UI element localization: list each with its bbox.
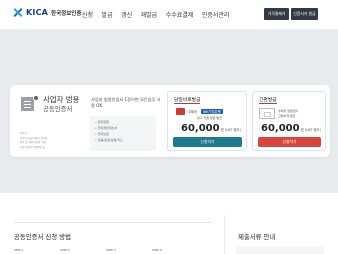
feature-list: 전자입찰 전자세금계산서 전자보험 금융/증권/보험/카드 <box>90 116 156 151</box>
nav-apply[interactable]: 신청 <box>82 10 93 19</box>
note-line: 간편하게 발급 <box>278 113 296 118</box>
post-office-icon <box>176 108 185 115</box>
kica-logo-icon <box>13 7 23 18</box>
header-button-2[interactable]: 인증서카 발급 <box>291 8 318 20</box>
column-divider <box>224 215 225 254</box>
main-nav: 신청 발급 갱신 재발급 수수료결제 인증서관리 <box>82 10 238 19</box>
price-value: 60,000 <box>261 123 300 134</box>
simple-price: 60,000원 (VAT 별도) <box>261 123 321 134</box>
price-unit: 원 (VAT 별도) <box>300 128 321 132</box>
title-underline <box>259 102 277 104</box>
documents-title: 제출서류 안내 <box>238 233 276 241</box>
bank-note: 창구 직접 방문 발급 <box>197 116 222 120</box>
apply-method-title: 공동인증서 신청 방법 <box>14 233 71 241</box>
visit-price: 60,000원 (VAT 별도) <box>181 123 241 134</box>
product-notes: · 사업자 · 사업자 공동인증서 발급용 · 법인 및 개인사업자 사용 · … <box>18 132 68 150</box>
logo-text: KICA <box>26 8 49 17</box>
nav-fee-payment[interactable]: 수수료결제 <box>166 10 194 19</box>
nav-issue[interactable]: 발급 <box>102 10 113 19</box>
documents-box <box>236 246 324 254</box>
note-line: · 전자거래·인터넷뱅킹 등 <box>18 145 46 149</box>
product-card: 사업자 범용 공동인증서 · 사업자 · 사업자 공동인증서 발급용 · 법인 … <box>10 85 330 157</box>
nav-renew[interactable]: 갱신 <box>121 10 132 19</box>
site-header: KICA 한국정보인증 신청 발급 갱신 재발급 수수료결제 인증서관리 가격결… <box>0 0 338 30</box>
simple-apply-button[interactable]: 신청하기 <box>258 137 321 147</box>
logo-subtext: 한국정보인증 <box>51 10 82 17</box>
bank-row: 우체국 IBK기업은행 <box>176 108 223 115</box>
computer-icon <box>259 108 275 119</box>
price-value: 60,000 <box>181 123 220 134</box>
step-label: STEP 2 <box>60 248 70 252</box>
visit-issue-card: 당일바로발급 우체국 IBK기업은행 창구 직접 방문 발급 60,000원 (… <box>167 91 247 151</box>
price-unit: 원 (VAT 별도) <box>220 128 241 132</box>
feature-item: 금융/증권/보험/카드 <box>95 137 151 143</box>
nav-cert-management[interactable]: 인증서관리 <box>202 10 230 19</box>
step-label: STEP 4 <box>152 248 162 252</box>
visit-apply-button[interactable]: 신청하기 <box>173 137 242 147</box>
header-button-1[interactable]: 가격결제카 <box>264 8 289 20</box>
title-underline <box>174 102 200 104</box>
simple-issue-card: 간편발급 우체국 방문없이 간편하게 발급 60,000원 (VAT 별도) 신… <box>252 91 326 151</box>
nav-reissue[interactable]: 재발급 <box>141 10 158 19</box>
step-label: STEP 3 <box>106 248 116 252</box>
bank-label: 우체국 <box>188 110 197 114</box>
product-info: 사업자 범용 공동인증서 · 사업자 · 사업자 공동인증서 발급용 · 법인 … <box>10 85 162 157</box>
product-subtitle: 공동인증서 <box>43 105 73 113</box>
simple-note: 우체국 방문없이 간편하게 발급 <box>278 109 298 118</box>
certificate-document-icon <box>21 95 39 111</box>
ibk-bank-logo: IBK기업은행 <box>200 109 223 114</box>
kica-logo[interactable]: KICA 한국정보인증 <box>13 7 82 18</box>
product-description: 사업자 범용인증서 1장이면 모든업무 사용 OK <box>91 97 161 108</box>
hero-band: 사업자 범용 공동인증서 · 사업자 · 사업자 공동인증서 발급용 · 법인 … <box>0 30 338 193</box>
note-line: 우체국 방문없이 <box>278 109 299 113</box>
step-label: STEP 1 <box>14 248 24 252</box>
section-divider <box>14 222 212 223</box>
